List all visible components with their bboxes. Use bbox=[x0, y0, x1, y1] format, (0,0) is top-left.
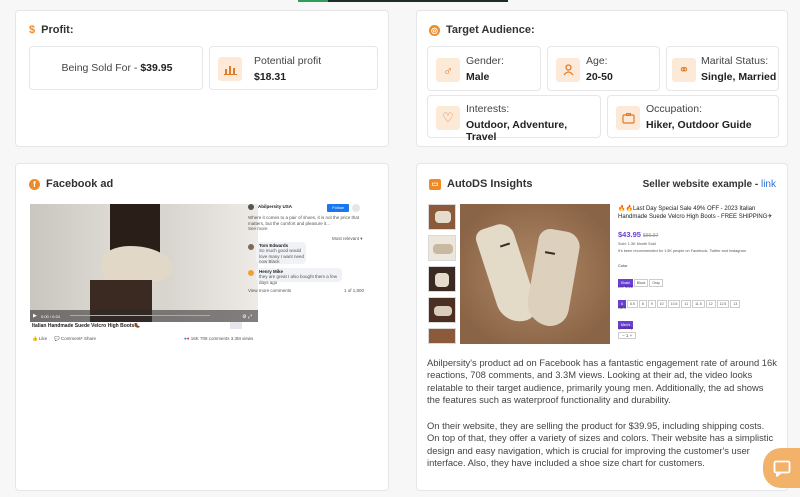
seller-website: Seller website example - link bbox=[642, 179, 776, 190]
interests-box: ♡ Interests: Outdoor, Adventure, Travel bbox=[427, 95, 601, 143]
top-progress-bar bbox=[298, 0, 508, 2]
size-option[interactable]: 11 bbox=[681, 300, 692, 308]
facebook-icon: f bbox=[29, 178, 40, 190]
occupation-box: Occupation: Hiker, Outdoor Guide bbox=[607, 95, 779, 138]
settings-icon[interactable]: ⚙ ⤢ bbox=[242, 314, 252, 320]
briefcase-icon bbox=[616, 106, 640, 130]
size-option[interactable]: 11.5 bbox=[692, 300, 705, 308]
ad-caption: Italian Handmade Suede Velcro High Boots… bbox=[32, 323, 141, 329]
age-box: Age: 20-50 bbox=[547, 46, 660, 91]
globe-icon: ◎ bbox=[429, 24, 440, 36]
like-button[interactable]: 👍 Like bbox=[32, 336, 47, 342]
being-sold-box: Being Sold For - $39.95 bbox=[29, 46, 203, 90]
target-audience-card: ◎ Target Audience: ♂ Gender: Male Age: 2… bbox=[416, 10, 788, 147]
facebook-ad-title: f Facebook ad bbox=[29, 178, 113, 190]
post-text: Where it comes to a pair of shoes, it is… bbox=[248, 215, 360, 226]
size-option[interactable]: 12 bbox=[705, 300, 716, 308]
view-more-comments[interactable]: View more comments bbox=[248, 288, 291, 294]
comment-bubble: Henry Mike they are great I also bought … bbox=[256, 268, 342, 285]
age-value: 20-50 bbox=[586, 71, 613, 83]
color-option[interactable]: Gray bbox=[649, 279, 663, 287]
color-option[interactable]: Black bbox=[633, 279, 649, 287]
comment-button[interactable]: 💬 Comment bbox=[54, 336, 80, 342]
profit-card: $ Profit: Being Sold For - $39.95 Potent… bbox=[15, 10, 389, 147]
reactions-count: ●● 16K 708 comments 3.3M views bbox=[184, 336, 254, 341]
sort-comments[interactable]: Most relevant ▾ bbox=[332, 236, 363, 242]
person-icon bbox=[556, 58, 580, 82]
size-option[interactable]: 12.5 bbox=[716, 300, 730, 308]
profit-title: $ Profit: bbox=[29, 24, 74, 36]
dollar-icon: $ bbox=[29, 24, 36, 36]
insight-paragraph-1: Abilpersity's product ad on Facebook has… bbox=[427, 357, 777, 406]
potential-profit-box: Potential profit $18.31 bbox=[209, 46, 378, 90]
gender-value: Male bbox=[466, 71, 490, 83]
thumbnail[interactable] bbox=[428, 266, 456, 292]
heart-icon: ♡ bbox=[436, 106, 460, 130]
product-title: 🔥🔥Last Day Special Sale 49% OFF - 2023 I… bbox=[618, 206, 773, 220]
marital-box: ⚭ Marital Status: Single, Married bbox=[666, 46, 779, 91]
potential-profit-label: Potential profit bbox=[254, 55, 322, 67]
facebook-ad-card: f Facebook ad ▶ 0:00 / 0:24 ⚙ ⤢ Italian … bbox=[15, 163, 389, 491]
thumbnail[interactable] bbox=[428, 328, 456, 344]
commenter-avatar bbox=[248, 244, 254, 250]
insights-icon: ▭ bbox=[429, 178, 441, 190]
size-option[interactable]: 8 bbox=[638, 300, 647, 308]
seller-link[interactable]: link bbox=[761, 179, 776, 190]
product-image bbox=[460, 204, 610, 344]
see-more-link[interactable]: See more bbox=[248, 226, 268, 232]
size-option[interactable]: 9 bbox=[647, 300, 656, 308]
size-options: 6 6.5 8 9 10 10.5 11 11.5 12 12.5 13 bbox=[618, 292, 741, 310]
ring-icon: ⚭ bbox=[672, 58, 696, 82]
follow-button[interactable]: Follow bbox=[327, 204, 349, 212]
size-option[interactable]: 10 bbox=[656, 300, 667, 308]
insight-paragraph-2: On their website, they are selling the p… bbox=[427, 420, 774, 469]
options-icon[interactable] bbox=[352, 204, 360, 212]
recommended-text: It's been recommended for 1.5K people on… bbox=[618, 249, 746, 253]
interests-value: Outdoor, Adventure, Travel bbox=[466, 119, 568, 143]
bar-chart-icon bbox=[218, 57, 242, 81]
commenter-avatar bbox=[248, 270, 254, 276]
comments-count: 1 of 1,800 bbox=[344, 288, 365, 293]
play-icon[interactable]: ▶ bbox=[33, 313, 37, 319]
page-avatar bbox=[248, 204, 254, 210]
insights-title: ▭ AutoDS Insights bbox=[429, 178, 533, 190]
comment-bubble: Tom Edwards So much good would love many… bbox=[256, 242, 306, 264]
page-name: Abilpersity USA bbox=[258, 204, 293, 209]
ad-video[interactable]: ▶ 0:00 / 0:24 ⚙ ⤢ bbox=[30, 204, 258, 322]
marital-value: Single, Married bbox=[701, 71, 777, 83]
audience-title: ◎ Target Audience: bbox=[429, 24, 535, 36]
being-sold-text: Being Sold For - $39.95 bbox=[61, 62, 173, 74]
size-option[interactable]: 13 bbox=[730, 300, 741, 308]
size-option[interactable]: 10.5 bbox=[667, 300, 681, 308]
product-price: $43.95 $86.97 bbox=[618, 230, 659, 239]
chat-icon bbox=[773, 460, 790, 477]
male-icon: ♂ bbox=[436, 58, 460, 82]
size-option[interactable]: 6.5 bbox=[626, 300, 638, 308]
thumbnail[interactable] bbox=[428, 235, 456, 261]
chat-button[interactable] bbox=[763, 448, 800, 488]
more-button[interactable] bbox=[230, 322, 242, 329]
thumbnail[interactable] bbox=[428, 204, 456, 230]
sold-count: Sold: 1.3K Month Sold bbox=[618, 242, 656, 246]
potential-profit-value: $18.31 bbox=[254, 71, 287, 83]
gender-box: ♂ Gender: Male bbox=[427, 46, 541, 91]
share-button[interactable]: ↗ Share bbox=[79, 336, 96, 342]
thumbnail[interactable] bbox=[428, 297, 456, 323]
quantity-stepper[interactable]: − 1 + bbox=[618, 332, 637, 339]
occupation-value: Hiker, Outdoor Guide bbox=[646, 119, 752, 131]
